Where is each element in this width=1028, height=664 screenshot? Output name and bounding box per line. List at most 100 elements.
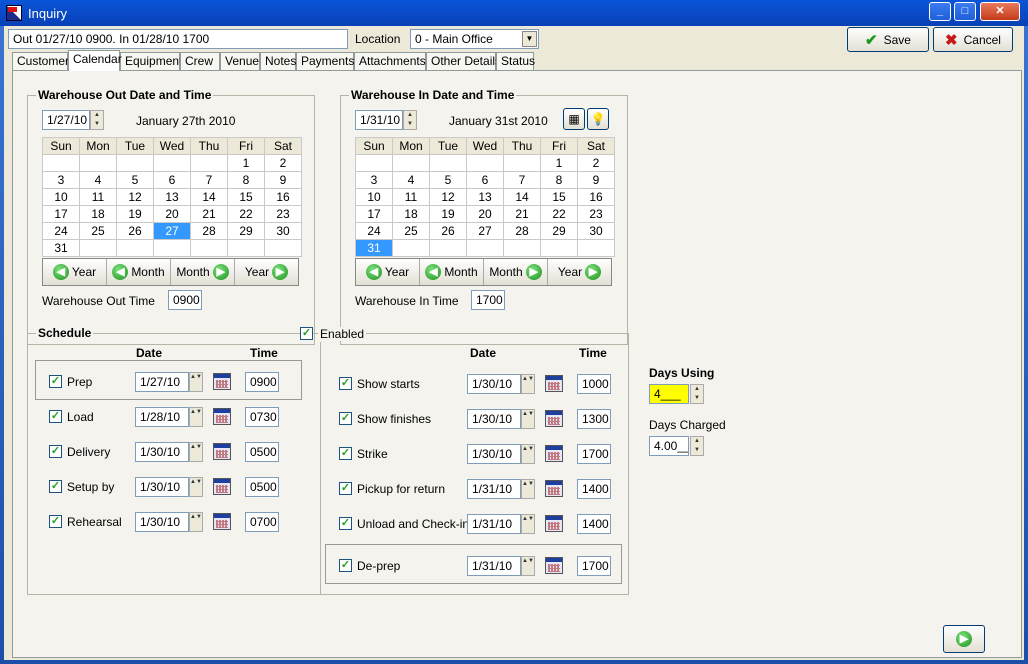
schedule-time-field[interactable]: 1400 xyxy=(577,479,611,499)
tab-customer[interactable]: Customer xyxy=(12,52,69,70)
tab-venue[interactable]: Venue xyxy=(220,52,260,70)
calendar-day[interactable]: 23 xyxy=(264,205,302,223)
unload-and-check-in-checkbox[interactable]: ✓ xyxy=(339,517,352,530)
calendar-day[interactable]: 23 xyxy=(577,205,615,223)
out-next-month-button[interactable]: Month ▶ xyxy=(171,259,235,285)
schedule-date-spinner[interactable]: ▲▼ xyxy=(189,512,203,532)
schedule-date-field[interactable]: 1/30/10 xyxy=(467,409,521,429)
calendar-day[interactable]: 6 xyxy=(466,171,504,189)
tab-notes[interactable]: Notes xyxy=(260,52,296,70)
calendar-icon[interactable] xyxy=(545,445,563,462)
schedule-date-field[interactable]: 1/28/10 xyxy=(135,407,189,427)
tab-other-details[interactable]: Other Details xyxy=(426,52,501,70)
schedule-date-spinner[interactable]: ▲▼ xyxy=(189,442,203,462)
schedule-date-field[interactable]: 1/27/10 xyxy=(135,372,189,392)
schedule-time-field[interactable]: 0700 xyxy=(245,512,279,532)
prep-checkbox[interactable]: ✓ xyxy=(49,375,62,388)
location-select[interactable]: 0 - Main Office ▼ xyxy=(410,29,539,49)
out-date-field[interactable]: 1/27/10 xyxy=(42,110,90,130)
in-date-spinner[interactable]: ▲ ▼ xyxy=(403,110,417,130)
close-button[interactable]: ✕ xyxy=(980,2,1020,21)
schedule-date-spinner[interactable]: ▲▼ xyxy=(521,409,535,429)
calendar-day[interactable]: 18 xyxy=(79,205,117,223)
schedule-date-field[interactable]: 1/31/10 xyxy=(467,479,521,499)
delivery-checkbox[interactable]: ✓ xyxy=(49,445,62,458)
schedule-date-field[interactable]: 1/30/10 xyxy=(135,477,189,497)
setup-by-checkbox[interactable]: ✓ xyxy=(49,480,62,493)
in-prev-year-button[interactable]: ◀ Year xyxy=(356,259,420,285)
calculator-button[interactable]: ▦ xyxy=(563,108,585,130)
calendar-day[interactable]: 3 xyxy=(355,171,393,189)
schedule-date-spinner[interactable]: ▲▼ xyxy=(521,556,535,576)
calendar-day[interactable]: 5 xyxy=(429,171,467,189)
calendar-day[interactable]: 8 xyxy=(540,171,578,189)
calendar-day[interactable]: 11 xyxy=(79,188,117,206)
de-prep-checkbox[interactable]: ✓ xyxy=(339,559,352,572)
out-prev-year-button[interactable]: ◀ Year xyxy=(43,259,107,285)
schedule-date-spinner[interactable]: ▲▼ xyxy=(521,444,535,464)
calendar-day[interactable]: 18 xyxy=(392,205,430,223)
calendar-icon[interactable] xyxy=(545,410,563,427)
out-time-field[interactable]: 0900 xyxy=(168,290,202,310)
strike-checkbox[interactable]: ✓ xyxy=(339,447,352,460)
calendar-icon[interactable] xyxy=(213,513,231,530)
schedule-date-spinner[interactable]: ▲▼ xyxy=(521,514,535,534)
calendar-day[interactable]: 15 xyxy=(227,188,265,206)
calendar-day[interactable]: 4 xyxy=(392,171,430,189)
dropdown-arrow-icon[interactable]: ▼ xyxy=(522,31,537,47)
calendar-day[interactable]: 19 xyxy=(429,205,467,223)
in-next-month-button[interactable]: Month ▶ xyxy=(484,259,548,285)
out-date-spinner[interactable]: ▲ ▼ xyxy=(90,110,104,130)
maximize-button[interactable]: □ xyxy=(954,2,976,21)
calendar-day[interactable]: 12 xyxy=(429,188,467,206)
enabled-checkbox[interactable]: ✓ xyxy=(300,327,313,340)
calendar-day[interactable]: 21 xyxy=(190,205,228,223)
show-starts-checkbox[interactable]: ✓ xyxy=(339,377,352,390)
calendar-icon[interactable] xyxy=(213,443,231,460)
days-charged-spinner[interactable]: ▲ ▼ xyxy=(690,436,704,456)
schedule-date-field[interactable]: 1/30/10 xyxy=(135,442,189,462)
calendar-day[interactable]: 7 xyxy=(190,171,228,189)
calendar-day[interactable]: 28 xyxy=(190,222,228,240)
schedule-time-field[interactable]: 0500 xyxy=(245,442,279,462)
schedule-time-field[interactable]: 0900 xyxy=(245,372,279,392)
schedule-time-field[interactable]: 0730 xyxy=(245,407,279,427)
schedule-time-field[interactable]: 1400 xyxy=(577,514,611,534)
schedule-date-field[interactable]: 1/30/10 xyxy=(467,374,521,394)
in-prev-month-button[interactable]: ◀ Month xyxy=(420,259,484,285)
days-charged-field[interactable]: 4.00__ xyxy=(649,436,689,456)
calendar-day[interactable]: 4 xyxy=(79,171,117,189)
minimize-button[interactable]: _ xyxy=(929,2,951,21)
tab-crew[interactable]: Crew xyxy=(180,52,220,70)
calendar-day[interactable]: 28 xyxy=(503,222,541,240)
calendar-day[interactable]: 2 xyxy=(264,154,302,172)
save-button[interactable]: ✔ Save xyxy=(847,27,929,52)
schedule-date-field[interactable]: 1/31/10 xyxy=(467,556,521,576)
calendar-icon[interactable] xyxy=(545,557,563,574)
rehearsal-checkbox[interactable]: ✓ xyxy=(49,515,62,528)
calendar-day[interactable]: 29 xyxy=(227,222,265,240)
out-next-year-button[interactable]: Year ▶ xyxy=(235,259,298,285)
calendar-day[interactable]: 26 xyxy=(116,222,154,240)
calendar-icon[interactable] xyxy=(213,408,231,425)
schedule-date-spinner[interactable]: ▲▼ xyxy=(521,479,535,499)
tab-status[interactable]: Status xyxy=(496,52,535,70)
load-checkbox[interactable]: ✓ xyxy=(49,410,62,423)
schedule-date-field[interactable]: 1/30/10 xyxy=(135,512,189,532)
calendar-day[interactable]: 1 xyxy=(540,154,578,172)
calendar-icon[interactable] xyxy=(213,373,231,390)
calendar-day[interactable]: 22 xyxy=(540,205,578,223)
calendar-day[interactable]: 1 xyxy=(227,154,265,172)
calendar-day[interactable]: 15 xyxy=(540,188,578,206)
calendar-day[interactable]: 30 xyxy=(264,222,302,240)
calendar-day[interactable]: 16 xyxy=(264,188,302,206)
calendar-icon[interactable] xyxy=(213,478,231,495)
calendar-day[interactable]: 11 xyxy=(392,188,430,206)
calendar-day[interactable]: 19 xyxy=(116,205,154,223)
title-bar[interactable]: Inquiry _ □ ✕ xyxy=(0,0,1028,26)
calendar-icon[interactable] xyxy=(545,515,563,532)
calendar-day[interactable]: 10 xyxy=(42,188,80,206)
calendar-day[interactable]: 27 xyxy=(466,222,504,240)
tab-payments[interactable]: Payments xyxy=(296,52,354,70)
out-prev-month-button[interactable]: ◀ Month xyxy=(107,259,171,285)
